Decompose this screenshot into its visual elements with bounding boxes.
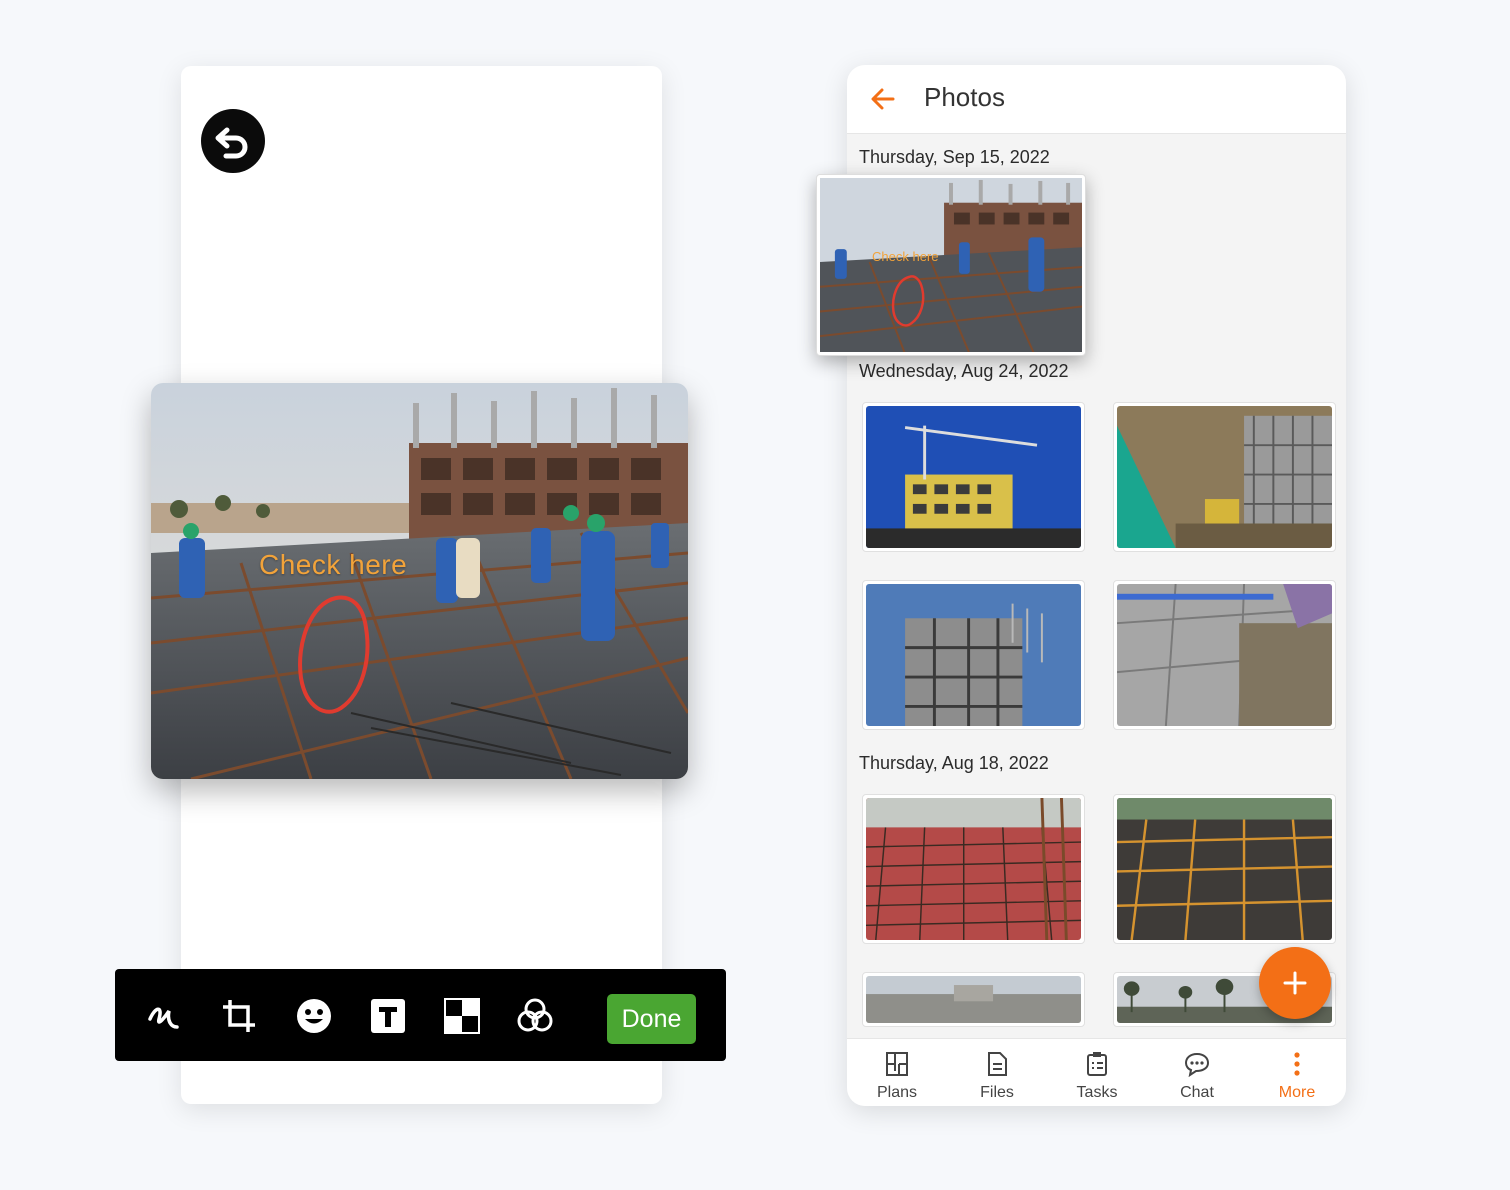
photo-thumbnail[interactable] [1113,580,1336,730]
photo-thumbnail[interactable] [862,794,1085,944]
concrete-frame-photo [866,584,1081,726]
nav-label: Files [980,1084,1014,1101]
crop-icon [223,1000,255,1032]
done-button[interactable]: Done [607,994,696,1044]
date-heading: Wednesday, Aug 24, 2022 [859,361,1069,381]
date-heading: Thursday, Sep 15, 2022 [859,147,1050,167]
app-header: Photos [847,65,1346,134]
excavation-photo [1117,406,1332,548]
crane-building-photo [866,406,1081,548]
date-heading: Thursday, Aug 18, 2022 [859,753,1049,773]
photo-thumbnail[interactable] [862,972,1085,1027]
nav-item-plans[interactable]: Plans [847,1039,947,1106]
nav-label: Chat [1180,1084,1214,1101]
nav-label: More [1278,1084,1316,1101]
tile-laying-photo [1117,584,1332,726]
tasks-icon [1087,1052,1107,1076]
annotation-text: Check here [872,249,939,264]
nav-item-chat[interactable]: Chat [1147,1039,1247,1106]
more-icon [1294,1052,1300,1076]
editor-photo-canvas[interactable]: Check here [151,383,688,779]
emoji-icon [297,999,331,1033]
draw-tool-button[interactable] [145,997,183,1035]
files-icon [988,1052,1007,1076]
photo-thumbnail[interactable] [1113,794,1336,944]
crop-tool-button[interactable] [220,997,258,1035]
photo-thumbnail[interactable] [1113,402,1336,552]
add-photo-button[interactable] [1259,947,1331,1019]
editor-toolbar: Done [115,969,726,1061]
nav-label: Plans [876,1084,918,1101]
site-wall-photo [866,976,1081,1023]
rebar-site-annotated-photo [820,178,1082,352]
bottom-navigation: Plans Files Tasks Chat More [847,1038,1346,1106]
annotation-text[interactable]: Check here [259,549,407,581]
nav-item-files[interactable]: Files [947,1039,1047,1106]
blur-icon [444,998,480,1034]
undo-icon [215,127,248,159]
back-arrow-icon[interactable] [869,85,897,113]
filter-icon [517,998,553,1032]
nav-item-tasks[interactable]: Tasks [1047,1039,1147,1106]
draw-icon [148,1007,179,1029]
red-rebar-slab-photo [866,798,1081,940]
blur-tool-button[interactable] [443,997,481,1035]
rebar-grid-slab-photo [1117,798,1332,940]
undo-button[interactable] [201,109,265,173]
page-title: Photos [924,82,1005,112]
text-tool-button[interactable] [369,997,407,1035]
photo-thumbnail[interactable] [862,402,1085,552]
chat-icon [1185,1052,1209,1077]
plus-icon [1283,971,1307,995]
photo-thumbnail[interactable] [862,580,1085,730]
text-icon [371,999,405,1033]
annotated-photo-thumbnail[interactable]: Check here [816,174,1086,356]
construction-site-photo [151,383,688,779]
emoji-tool-button[interactable] [295,997,333,1035]
filter-tool-button[interactable] [516,997,554,1035]
nav-label: Tasks [1076,1084,1118,1101]
nav-item-more[interactable]: More [1247,1039,1346,1106]
plans-icon [886,1052,908,1076]
